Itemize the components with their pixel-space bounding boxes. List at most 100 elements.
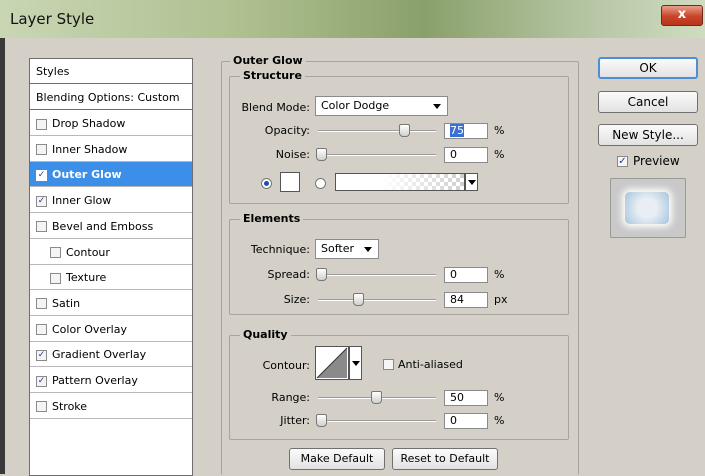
chevron-down-icon — [433, 104, 441, 109]
style-item-label: Color Overlay — [52, 322, 127, 336]
jitter-slider[interactable] — [318, 420, 436, 422]
contour-label: Contour: — [262, 359, 310, 372]
checkbox-icon[interactable] — [36, 118, 47, 130]
outer-glow-title: Outer Glow — [230, 54, 306, 67]
gradient-dropdown-button[interactable] — [465, 173, 478, 191]
spread-slider-thumb[interactable] — [316, 268, 327, 281]
style-item-texture[interactable]: Texture — [30, 265, 192, 291]
preview-thumbnail — [610, 178, 686, 238]
size-slider-thumb[interactable] — [353, 293, 365, 306]
opacity-value: 75 — [450, 124, 464, 137]
checkbox-checked-icon[interactable]: ✓ — [36, 375, 47, 387]
style-item-label: Inner Glow — [52, 194, 112, 208]
checkbox-icon[interactable] — [36, 298, 47, 310]
style-item-label: Stroke — [52, 399, 88, 413]
structure-title: Structure — [240, 69, 305, 82]
range-unit: % — [494, 391, 505, 404]
reset-to-default-button[interactable]: Reset to Default — [392, 448, 498, 470]
opacity-unit: % — [494, 124, 505, 137]
size-input[interactable]: 84 — [444, 292, 488, 308]
checkbox-icon[interactable] — [36, 401, 47, 413]
checkbox-icon[interactable] — [36, 324, 47, 336]
blend-mode-dropdown[interactable]: Color Dodge — [315, 96, 448, 116]
style-item-stroke[interactable]: Stroke — [30, 393, 192, 419]
preview-swatch — [625, 192, 669, 224]
style-item-satin[interactable]: Satin — [30, 290, 192, 316]
cancel-button[interactable]: Cancel — [598, 91, 698, 113]
contour-linear-icon — [316, 347, 348, 379]
range-input[interactable]: 50 — [444, 390, 488, 406]
style-item-inner-shadow[interactable]: Inner Shadow — [30, 136, 192, 162]
noise-slider-thumb[interactable] — [316, 148, 327, 161]
style-item-label: Outer Glow — [52, 168, 122, 182]
range-slider-thumb[interactable] — [371, 391, 382, 404]
noise-label: Noise: — [275, 148, 310, 161]
noise-slider[interactable] — [318, 154, 436, 156]
preview-label: Preview — [633, 154, 680, 168]
title-bar[interactable]: Layer Style x — [0, 0, 705, 38]
size-slider[interactable] — [318, 299, 436, 301]
style-item-label: Pattern Overlay — [52, 374, 138, 387]
technique-label: Technique: — [250, 243, 310, 256]
style-item-label: Texture — [66, 271, 107, 285]
style-item-contour[interactable]: Contour — [30, 239, 192, 265]
quality-title: Quality — [240, 328, 291, 341]
style-item-inner-glow[interactable]: ✓ Inner Glow — [30, 188, 192, 214]
styles-list: Styles Blending Options: Custom Drop Sha… — [29, 58, 193, 476]
checkbox-icon[interactable] — [36, 221, 47, 233]
elements-title: Elements — [240, 212, 304, 225]
jitter-unit: % — [494, 414, 505, 427]
gradient-radio[interactable] — [315, 178, 326, 189]
spread-input[interactable]: 0 — [444, 267, 488, 283]
blending-options-item[interactable]: Blending Options: Custom — [30, 85, 192, 110]
opacity-input[interactable]: 75 — [444, 123, 488, 139]
chevron-down-icon — [364, 247, 372, 252]
opacity-slider[interactable] — [318, 130, 436, 132]
technique-dropdown[interactable]: Softer — [315, 239, 379, 259]
technique-value: Softer — [321, 242, 354, 255]
noise-input[interactable]: 0 — [444, 147, 488, 163]
style-item-label: Satin — [52, 296, 81, 310]
contour-picker[interactable] — [315, 346, 349, 380]
anti-aliased-label: Anti-aliased — [398, 358, 463, 371]
range-label: Range: — [271, 391, 310, 404]
style-item-drop-shadow[interactable]: Drop Shadow — [30, 111, 192, 136]
close-button[interactable]: x — [661, 5, 703, 26]
style-item-label: Inner Shadow — [52, 142, 128, 156]
contour-dropdown-button[interactable] — [349, 346, 362, 380]
spread-unit: % — [494, 268, 505, 281]
make-default-button[interactable]: Make Default — [289, 448, 385, 470]
style-item-label: Contour — [66, 245, 110, 259]
jitter-label: Jitter: — [280, 414, 310, 427]
style-item-label: Gradient Overlay — [52, 348, 147, 362]
spread-slider[interactable] — [318, 274, 436, 276]
style-item-label: Bevel and Emboss — [52, 219, 154, 233]
color-radio[interactable] — [261, 178, 272, 189]
new-style-button[interactable]: New Style... — [598, 124, 698, 146]
checkbox-checked-icon[interactable]: ✓ — [36, 169, 47, 181]
glow-color-swatch[interactable] — [280, 172, 300, 192]
opacity-slider-thumb[interactable] — [398, 124, 410, 137]
checkbox-icon[interactable] — [36, 144, 47, 156]
checkbox-icon[interactable] — [50, 247, 61, 258]
preview-checkbox[interactable]: ✓ — [617, 156, 628, 167]
size-unit: px — [494, 293, 508, 306]
ok-button[interactable]: OK — [598, 57, 698, 79]
checkbox-icon[interactable] — [50, 272, 61, 284]
style-item-outer-glow[interactable]: ✓ Outer Glow — [30, 162, 192, 188]
checkbox-checked-icon[interactable]: ✓ — [36, 195, 47, 207]
blend-mode-value: Color Dodge — [321, 99, 390, 112]
style-item-bevel-and-emboss[interactable]: Bevel and Emboss — [30, 213, 192, 239]
jitter-slider-thumb[interactable] — [316, 414, 327, 427]
gradient-picker[interactable] — [335, 173, 465, 191]
noise-unit: % — [494, 148, 505, 161]
window-title: Layer Style — [10, 10, 95, 28]
style-item-pattern-overlay[interactable]: ✓ Pattern Overlay — [30, 368, 192, 393]
opacity-label: Opacity: — [264, 124, 310, 137]
style-item-color-overlay[interactable]: Color Overlay — [30, 316, 192, 342]
checkbox-checked-icon[interactable]: ✓ — [36, 349, 47, 361]
styles-header[interactable]: Styles — [30, 59, 192, 84]
anti-aliased-checkbox[interactable] — [383, 359, 394, 370]
style-item-gradient-overlay[interactable]: ✓ Gradient Overlay — [30, 342, 192, 368]
jitter-input[interactable]: 0 — [444, 413, 488, 429]
